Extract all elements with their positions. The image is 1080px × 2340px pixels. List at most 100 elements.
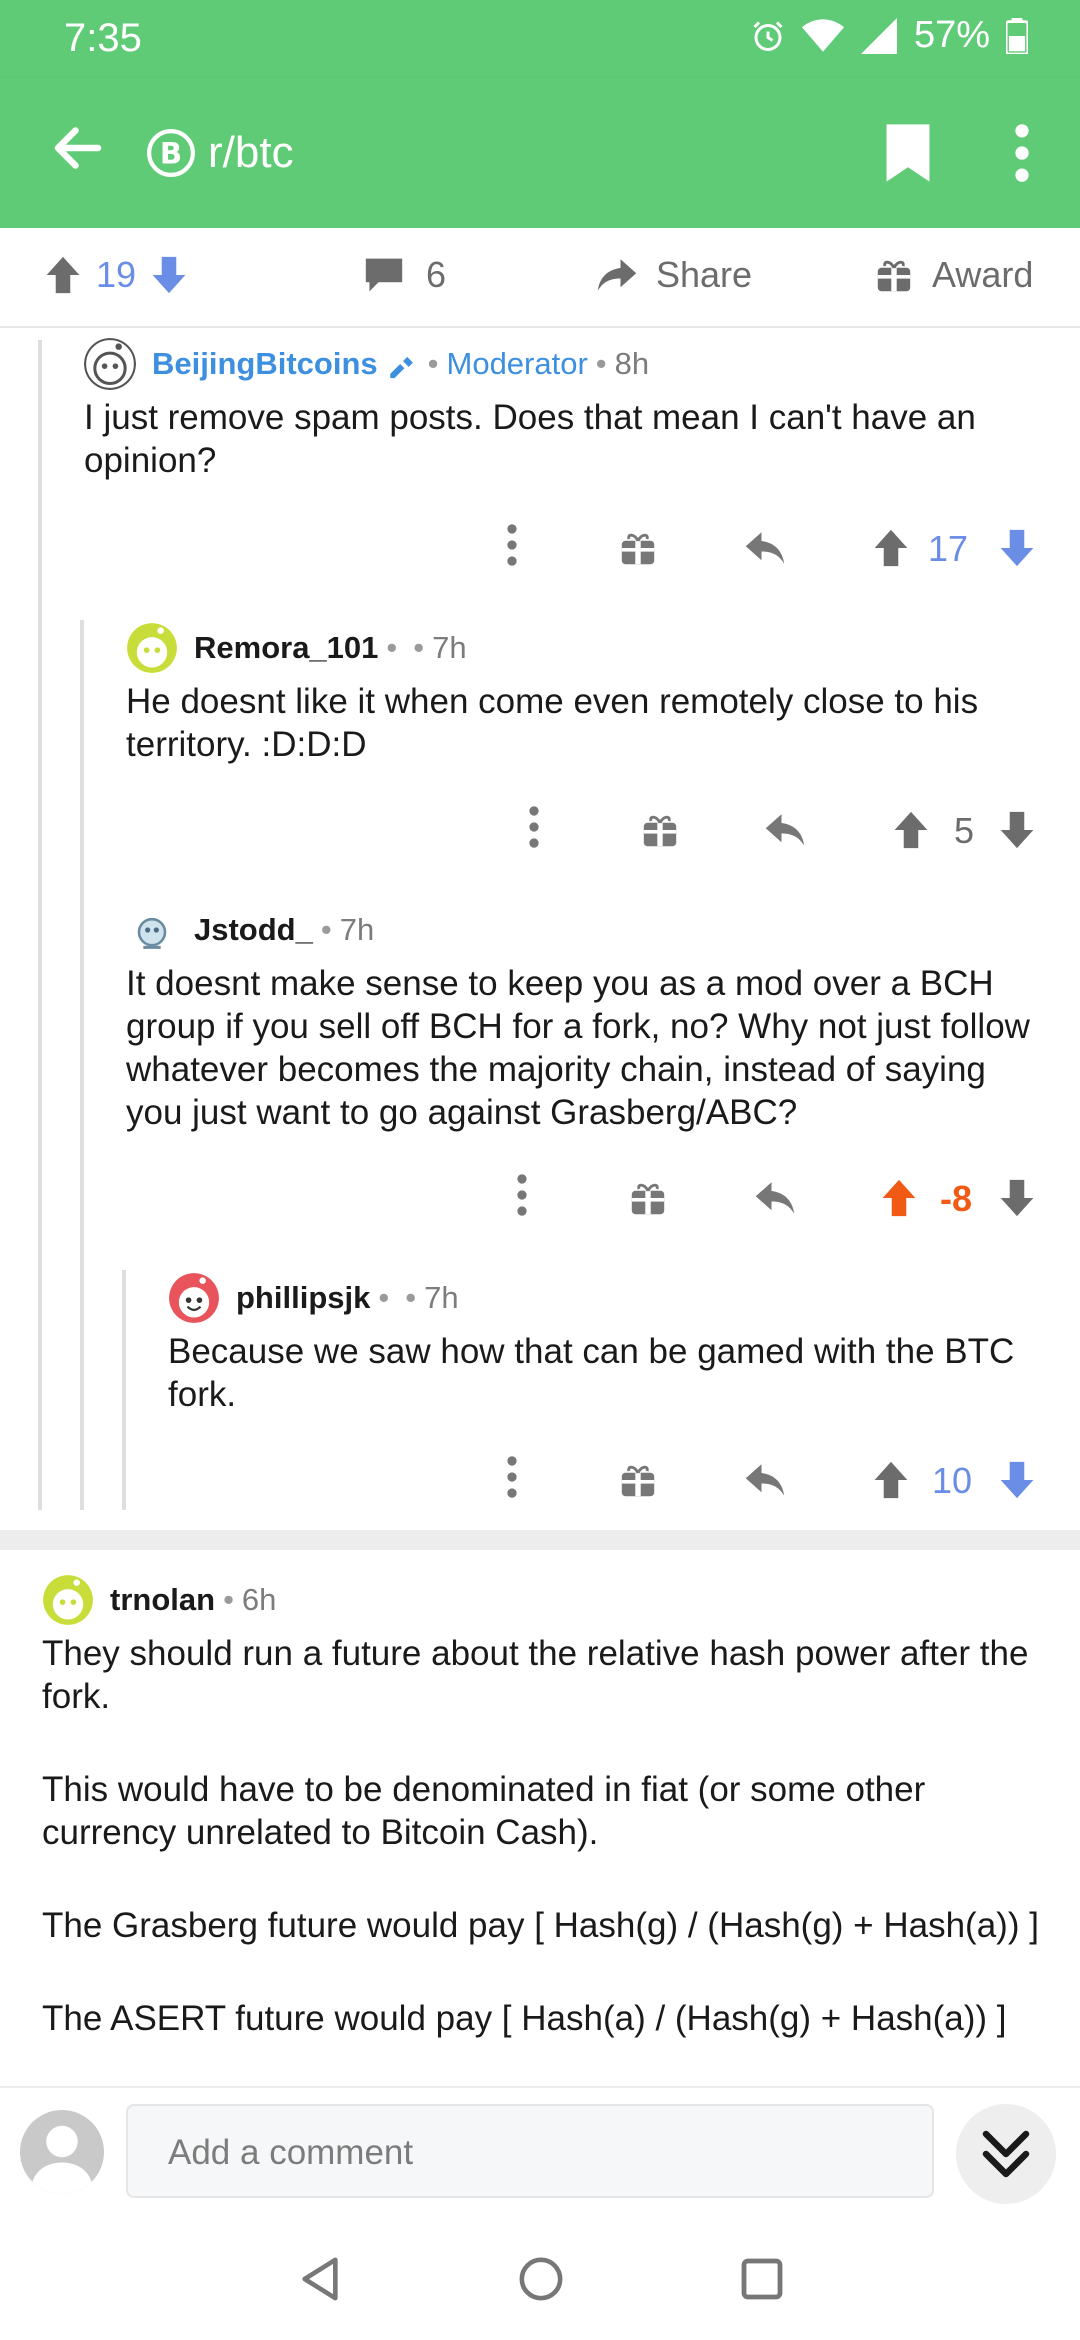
comment-score: -8 — [940, 1178, 973, 1219]
comment-body: They should run a future about the relat… — [42, 1632, 1042, 2040]
comment-author[interactable]: Remora_101 — [194, 630, 378, 666]
collapse-threads-button[interactable] — [956, 2104, 1056, 2204]
mod-shield-icon — [389, 356, 413, 379]
gift-icon[interactable] — [642, 812, 678, 848]
separator-dot: • — [427, 346, 439, 381]
post-vote: 19 — [44, 254, 188, 296]
upvote-icon[interactable] — [44, 255, 82, 295]
award-button[interactable]: Award — [876, 254, 1033, 296]
avatar[interactable] — [168, 1272, 220, 1324]
comment-header: trnolan • 6h — [42, 1572, 1042, 1628]
svg-text:B: B — [160, 136, 182, 170]
comment-author[interactable]: BeijingBitcoins — [152, 346, 378, 382]
separator-dot: • — [405, 1280, 417, 1315]
subreddit-name[interactable]: r/btc — [208, 128, 294, 178]
gift-icon[interactable] — [620, 1462, 656, 1498]
gift-icon[interactable] — [620, 530, 656, 566]
gift-icon — [877, 260, 911, 292]
comment-paragraph: The Grasberg future would pay [ Hash(g) … — [42, 1906, 1039, 1945]
comment: Jstodd_ • 7h It doesnt make sense to kee… — [126, 902, 1046, 1134]
add-comment-input[interactable]: Add a comment — [126, 2104, 934, 2198]
nav-home-icon[interactable] — [518, 2256, 564, 2302]
comment-age: 7h — [432, 630, 467, 665]
moderator-label: Moderator — [446, 346, 588, 381]
thread-divider — [0, 1530, 1080, 1550]
comment: trnolan • 6h They should run a future ab… — [42, 1572, 1042, 2084]
separator-dot: • — [223, 1582, 234, 1617]
separator-dot: • — [595, 346, 607, 381]
comment-header: Remora_101 • • 7h — [126, 620, 1046, 676]
post-comments[interactable]: 6 — [364, 254, 446, 296]
comment-bubble-icon — [365, 258, 403, 292]
comment-author[interactable]: phillipsjk — [236, 1280, 370, 1316]
comment-actions: 5 — [0, 802, 1080, 858]
bookmark-icon[interactable] — [884, 122, 932, 184]
reply-icon[interactable] — [754, 1180, 796, 1216]
upvote-icon[interactable] — [892, 810, 930, 850]
status-time: 7:35 — [64, 16, 142, 60]
upvote-icon[interactable] — [880, 1178, 918, 1218]
more-vertical-icon[interactable] — [1000, 122, 1044, 184]
comment-age: 7h — [339, 912, 375, 947]
avatar[interactable] — [126, 904, 178, 956]
back-arrow-icon[interactable] — [48, 118, 108, 178]
more-vertical-icon[interactable] — [502, 520, 522, 570]
award-label: Award — [932, 254, 1034, 295]
user-avatar[interactable] — [20, 2110, 104, 2194]
downvote-icon[interactable] — [998, 1178, 1036, 1218]
app-bar: B r/btc — [0, 78, 1080, 228]
comment-body: It doesnt make sense to keep you as a mo… — [126, 964, 1030, 1132]
system-nav-bar — [0, 2216, 1080, 2340]
reply-icon[interactable] — [744, 1462, 786, 1498]
thread-line-depth2[interactable] — [80, 620, 84, 1510]
separator-dot: • — [413, 630, 425, 665]
avatar[interactable] — [126, 622, 178, 674]
avatar[interactable] — [42, 1574, 94, 1626]
share-button[interactable]: Share — [596, 254, 752, 296]
post-score: 19 — [96, 254, 137, 295]
signal-icon — [860, 17, 897, 54]
wifi-icon — [801, 18, 844, 52]
nav-recents-icon[interactable] — [740, 2256, 784, 2302]
reply-icon[interactable] — [764, 812, 806, 848]
comment-actions: 17 — [0, 520, 1080, 576]
nav-back-icon[interactable] — [298, 2256, 342, 2302]
comment-score: 17 — [928, 528, 969, 569]
more-vertical-icon[interactable] — [502, 1452, 522, 1502]
comment-author[interactable]: trnolan — [110, 1582, 215, 1618]
more-vertical-icon[interactable] — [524, 802, 544, 852]
comment: phillipsjk • • 7h Because we saw how tha… — [168, 1270, 1058, 1416]
bitcoin-icon: B — [147, 129, 195, 177]
comment-header: phillipsjk • • 7h — [168, 1270, 1058, 1326]
separator-dot: • — [320, 912, 332, 947]
avatar[interactable] — [84, 338, 136, 390]
comment-count: 6 — [426, 254, 447, 295]
comment-header: BeijingBitcoins • Moderator • 8h — [84, 336, 1044, 392]
comment-age: 8h — [614, 346, 650, 381]
battery-icon — [1006, 17, 1028, 54]
comment-age: 6h — [241, 1582, 277, 1617]
comment-age: 7h — [424, 1280, 459, 1315]
comment-paragraph: This would have to be denominated in fia… — [42, 1770, 926, 1852]
more-vertical-icon[interactable] — [512, 1170, 532, 1220]
comment-author[interactable]: Jstodd_ — [194, 912, 313, 948]
share-label: Share — [656, 254, 753, 295]
thread-line-depth1[interactable] — [38, 340, 42, 1510]
double-chevron-down-icon — [982, 2130, 1030, 2178]
upvote-icon[interactable] — [872, 528, 910, 568]
share-arrow-icon — [597, 259, 637, 291]
downvote-icon[interactable] — [998, 528, 1036, 568]
downvote-icon[interactable] — [150, 255, 188, 295]
comment: Remora_101 • • 7h He doesnt like it when… — [126, 620, 1046, 766]
comment-body: Because we saw how that can be gamed wit… — [168, 1332, 1015, 1414]
reply-icon[interactable] — [744, 530, 786, 566]
status-icons: 57% — [750, 14, 1028, 57]
downvote-icon[interactable] — [998, 1460, 1036, 1500]
downvote-icon[interactable] — [998, 810, 1036, 850]
separator-dot: • — [386, 630, 398, 665]
comment-paragraph: They should run a future about the relat… — [42, 1634, 1029, 1716]
comment-body: I just remove spam posts. Does that mean… — [84, 398, 976, 480]
separator-dot: • — [378, 1280, 390, 1315]
upvote-icon[interactable] — [872, 1460, 910, 1500]
gift-icon[interactable] — [630, 1180, 666, 1216]
